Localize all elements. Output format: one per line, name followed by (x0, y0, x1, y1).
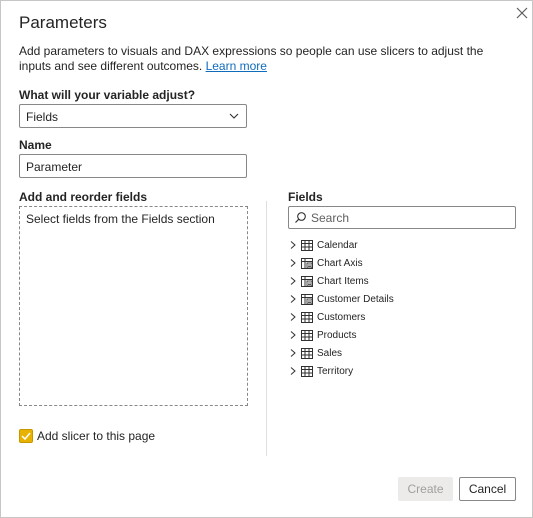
variable-selected-value: Fields (26, 110, 59, 124)
create-button[interactable]: Create (398, 477, 453, 501)
chevron-right-icon[interactable] (289, 294, 297, 304)
dialog-description: Add parameters to visuals and DAX expres… (19, 44, 509, 74)
field-tree-item-label: Sales (317, 347, 343, 359)
chevron-right-icon[interactable] (289, 258, 297, 268)
close-icon[interactable] (513, 4, 531, 22)
cancel-button[interactable]: Cancel (459, 477, 516, 501)
checkmark-icon (21, 432, 31, 441)
table-icon (301, 311, 313, 323)
name-field[interactable]: Parameter (19, 154, 247, 178)
fields-search-input[interactable]: Search (288, 206, 516, 229)
dropzone-placeholder: Select fields from the Fields section (26, 212, 215, 226)
field-tree-item-label: Chart Items (317, 275, 369, 287)
name-label: Name (19, 138, 52, 152)
field-tree-item-label: Customers (317, 311, 366, 323)
variable-select[interactable]: Fields (19, 104, 247, 128)
field-tree-item[interactable]: Sales (289, 344, 489, 362)
reorder-fields-dropzone[interactable]: Select fields from the Fields section (19, 206, 248, 406)
chevron-down-icon (229, 113, 239, 119)
table-icon (301, 329, 313, 341)
field-tree-item[interactable]: Territory (289, 362, 489, 380)
field-tree-item-label: Chart Axis (317, 257, 363, 269)
dialog-title: Parameters (19, 13, 107, 32)
column-divider (266, 201, 267, 456)
table-icon (301, 347, 313, 359)
field-tree-item[interactable]: Customers (289, 308, 489, 326)
add-slicer-checkbox[interactable] (19, 429, 33, 443)
field-tree-item-label: Calendar (317, 239, 358, 251)
field-tree-item[interactable]: Customer Details (289, 290, 489, 308)
field-tree-item[interactable]: Products (289, 326, 489, 344)
field-tree-item-label: Products (317, 329, 357, 341)
table-icon (301, 239, 313, 251)
calc-table-icon (301, 293, 313, 305)
add-slicer-label: Add slicer to this page (37, 429, 156, 443)
fields-tree: Calendar Chart Axis Chart Items Customer De… (289, 236, 489, 380)
parameters-dialog: Parameters Add parameters to visuals and… (0, 0, 533, 518)
field-tree-item-label: Customer Details (317, 293, 394, 305)
calc-table-icon (301, 275, 313, 287)
field-tree-item[interactable]: Calendar (289, 236, 489, 254)
field-tree-item-label: Territory (317, 365, 354, 377)
table-icon (301, 365, 313, 377)
chevron-right-icon[interactable] (289, 330, 297, 340)
add-slicer-option[interactable]: Add slicer to this page (19, 429, 155, 443)
chevron-right-icon[interactable] (289, 240, 297, 250)
variable-label: What will your variable adjust? (19, 88, 196, 102)
search-icon (295, 212, 306, 223)
chevron-right-icon[interactable] (289, 312, 297, 322)
reorder-fields-label: Add and reorder fields (19, 190, 148, 204)
chevron-right-icon[interactable] (289, 348, 297, 358)
learn-more-link[interactable]: Learn more (206, 59, 267, 73)
chevron-right-icon[interactable] (289, 366, 297, 376)
field-tree-item[interactable]: Chart Items (289, 272, 489, 290)
calc-table-icon (301, 257, 313, 269)
field-tree-item[interactable]: Chart Axis (289, 254, 489, 272)
search-placeholder: Search (311, 211, 350, 225)
fields-label: Fields (288, 190, 323, 204)
chevron-right-icon[interactable] (289, 276, 297, 286)
